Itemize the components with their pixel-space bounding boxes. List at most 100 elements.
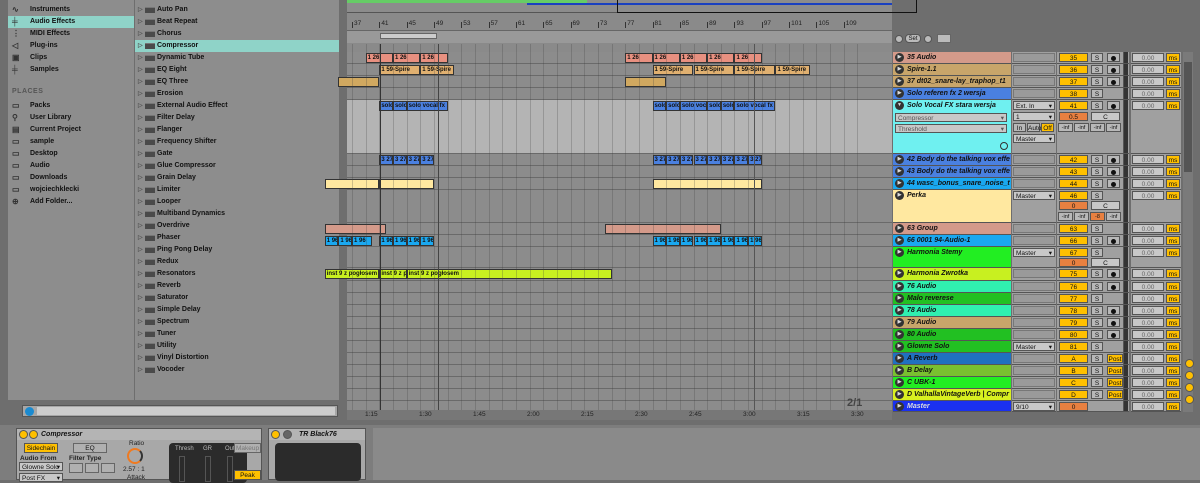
track-header[interactable]: ▶ 63 Group — [893, 223, 1011, 235]
filter-type-button[interactable] — [69, 463, 83, 473]
post-button[interactable]: Post — [1107, 354, 1123, 363]
solo-button[interactable]: S — [1091, 191, 1103, 200]
expand-triangle-icon[interactable]: ▷ — [138, 100, 143, 112]
output-select[interactable]: Master — [1013, 191, 1055, 201]
track-header[interactable]: ▶ 44 wasc_bonus_snare_noise_t — [893, 178, 1011, 190]
track-delay-input[interactable]: 0.00 — [1132, 155, 1164, 164]
io-slot[interactable] — [1013, 354, 1055, 363]
clip[interactable]: 1 96 — [338, 236, 352, 246]
track-activator-button[interactable]: D — [1059, 390, 1088, 399]
arm-button[interactable] — [1107, 155, 1120, 164]
loop-brace[interactable] — [380, 33, 437, 39]
search-icon[interactable] — [25, 407, 34, 416]
clip[interactable]: 1 96 — [420, 236, 434, 246]
fold-icon[interactable]: ▶ — [895, 65, 904, 74]
browser-category-audio-effects[interactable]: ╪ Audio Effects — [8, 16, 134, 28]
solo-button[interactable]: S — [1091, 330, 1103, 339]
arm-button[interactable] — [1107, 101, 1120, 110]
browser-item[interactable]: ▷ Simple Delay — [135, 304, 339, 316]
browser-category-instruments[interactable]: ∿ Instruments — [8, 4, 134, 16]
browser-category-midi-effects[interactable]: ⋮ MIDI Effects — [8, 28, 134, 40]
pan-field[interactable]: C — [1091, 112, 1120, 121]
io-slot[interactable] — [1013, 77, 1055, 86]
io-slot[interactable] — [1013, 236, 1055, 245]
track-header[interactable]: ▶ Master — [893, 401, 1011, 412]
expand-triangle-icon[interactable]: ▷ — [138, 52, 143, 64]
expand-triangle-icon[interactable]: ▷ — [138, 16, 143, 28]
clip[interactable]: 3 27 — [720, 155, 735, 165]
browser-item[interactable]: ▷ Multiband Dynamics — [135, 208, 339, 220]
expand-triangle-icon[interactable]: ▷ — [138, 136, 143, 148]
track-header[interactable]: ▶ Spire-1.1 — [893, 64, 1011, 76]
track-header[interactable]: ▶ Malo reverese — [893, 293, 1011, 305]
clip[interactable]: 1 96 — [720, 236, 735, 246]
fold-icon[interactable]: ▶ — [895, 89, 904, 98]
track-delay-input[interactable]: 0.00 — [1132, 318, 1164, 327]
place-audio[interactable]: ▭ Audio — [8, 160, 134, 172]
expand-triangle-icon[interactable]: ▷ — [138, 184, 143, 196]
monitor-off-button[interactable]: Off — [1041, 123, 1054, 132]
expand-triangle-icon[interactable]: ▷ — [138, 340, 143, 352]
arm-button[interactable] — [1107, 77, 1120, 86]
expand-triangle-icon[interactable]: ▷ — [138, 196, 143, 208]
clip[interactable]: 1 96 — [707, 236, 721, 246]
track-activator-button[interactable]: 76 — [1059, 282, 1088, 291]
expand-triangle-icon[interactable]: ▷ — [138, 352, 143, 364]
volume-field[interactable]: 0.5 — [1059, 112, 1088, 121]
fold-icon[interactable]: ▶ — [895, 167, 904, 176]
track-lane[interactable] — [347, 88, 892, 100]
browser-item[interactable]: ▷ Auto Pan — [135, 4, 339, 16]
post-button[interactable]: Post — [1107, 366, 1123, 375]
thresh-meter[interactable] — [179, 456, 185, 482]
track-delay-input[interactable]: 0.00 — [1132, 167, 1164, 176]
volume-field[interactable]: 0 — [1059, 201, 1088, 210]
track-lane[interactable] — [347, 317, 892, 329]
prev-locator-icon[interactable] — [895, 35, 903, 43]
delay-unit-button[interactable]: ms — [1166, 167, 1180, 176]
track-activator-button[interactable]: 77 — [1059, 294, 1088, 303]
place-wojciechklecki[interactable]: ▭ wojciechklecki — [8, 184, 134, 196]
zoom-icon[interactable] — [1185, 371, 1194, 380]
clip[interactable]: solo vocal fx — [392, 101, 407, 111]
track-lane[interactable] — [347, 365, 892, 377]
pan-field[interactable]: C — [1091, 258, 1120, 267]
browser-category-clips[interactable]: ▣ Clips — [8, 52, 134, 64]
clip[interactable]: 1 96 — [666, 236, 680, 246]
post-button[interactable]: Post — [1107, 390, 1123, 399]
arm-button[interactable] — [1107, 65, 1120, 74]
browser-item[interactable]: ▷ External Audio Effect — [135, 100, 339, 112]
arm-button[interactable] — [1107, 269, 1120, 278]
clip[interactable]: 1 96 — [352, 236, 373, 246]
browser-item[interactable]: ▷ Saturator — [135, 292, 339, 304]
expand-triangle-icon[interactable]: ▷ — [138, 4, 143, 16]
track-activator-button[interactable]: 37 — [1059, 77, 1088, 86]
clip[interactable]: 3 27 — [666, 155, 680, 165]
delay-unit-button[interactable]: ms — [1166, 65, 1180, 74]
post-button[interactable]: Post — [1107, 378, 1123, 387]
io-slot[interactable] — [1013, 65, 1055, 74]
track-activator-button[interactable]: 66 — [1059, 236, 1088, 245]
expand-triangle-icon[interactable]: ▷ — [138, 208, 143, 220]
track-header[interactable]: ▼Solo Vocal FX stara wersja CompressorThr… — [893, 100, 1011, 154]
input-type-select[interactable]: Ext. In — [1013, 101, 1055, 111]
expand-triangle-icon[interactable]: ▷ — [138, 76, 143, 88]
solo-button[interactable]: S — [1091, 77, 1103, 86]
fold-icon[interactable]: ▶ — [895, 269, 904, 278]
expand-triangle-icon[interactable]: ▷ — [138, 364, 143, 376]
arm-button[interactable] — [1107, 282, 1120, 291]
next-locator-icon[interactable] — [924, 35, 932, 43]
volume-field[interactable]: 0 — [1059, 258, 1088, 267]
track-header[interactable]: ▶ 78 Audio — [893, 305, 1011, 317]
track-header[interactable]: ▶ Harmonia Stemy — [893, 247, 1011, 268]
output-select[interactable]: Master — [1013, 248, 1055, 258]
io-slot[interactable] — [1013, 390, 1055, 399]
output-select[interactable]: Master — [1013, 342, 1055, 352]
track-header[interactable]: ▶ Harmonia Zwrotka — [893, 268, 1011, 281]
clip[interactable]: 1 96 — [679, 236, 694, 246]
expand-triangle-icon[interactable]: ▷ — [138, 256, 143, 268]
place-desktop[interactable]: ▭ Desktop — [8, 148, 134, 160]
browser-item[interactable]: ▷ Grain Delay — [135, 172, 339, 184]
io-slot[interactable] — [1013, 224, 1055, 233]
delay-unit-button[interactable]: ms — [1166, 179, 1180, 188]
track-activator-button[interactable]: 43 — [1059, 167, 1088, 176]
